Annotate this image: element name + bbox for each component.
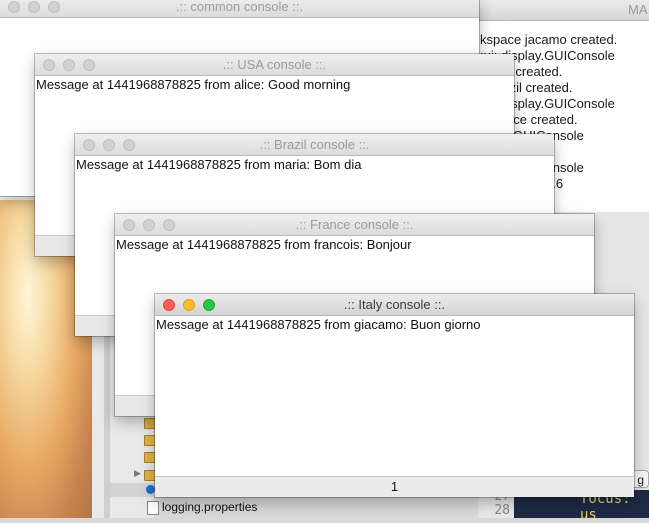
- window-title: .:: France console ::.: [295, 217, 414, 232]
- console-statusbar: 1: [155, 476, 634, 497]
- tree-file-label[interactable]: logging.properties: [162, 500, 257, 514]
- package-icon: [146, 485, 155, 494]
- common-console-titlebar[interactable]: .:: common console ::.: [0, 0, 479, 18]
- italy-console-titlebar[interactable]: .:: Italy console ::.: [155, 294, 634, 316]
- france-console-titlebar[interactable]: .:: France console ::.: [115, 214, 594, 236]
- window-title: .:: USA console ::.: [222, 57, 327, 72]
- window-title: .:: Brazil console ::.: [259, 137, 370, 152]
- file-icon: [147, 501, 159, 515]
- window-title: .:: common console ::.: [175, 0, 304, 14]
- status-count: 1: [390, 479, 399, 494]
- brazil-console-titlebar[interactable]: .:: Brazil console ::.: [75, 134, 554, 156]
- console-message: Message at 1441968878825 from maria: Bom…: [76, 157, 362, 172]
- mas-console-title: MA: [628, 2, 648, 17]
- line-number: 28: [494, 503, 510, 518]
- window-title: .:: Italy console ::.: [343, 297, 446, 312]
- console-message: Message at 1441968878825 from giacamo: B…: [156, 317, 481, 332]
- expand-arrow-icon[interactable]: ▶: [134, 468, 141, 479]
- console-message: Message at 1441968878825 from alice: Goo…: [36, 77, 351, 92]
- italy-console-window: .:: Italy console ::. Message at 1441968…: [155, 294, 634, 497]
- console-message: Message at 1441968878825 from francois: …: [116, 237, 412, 252]
- usa-console-titlebar[interactable]: .:: USA console ::.: [35, 54, 514, 76]
- mas-console-titlebar[interactable]: [478, 0, 649, 21]
